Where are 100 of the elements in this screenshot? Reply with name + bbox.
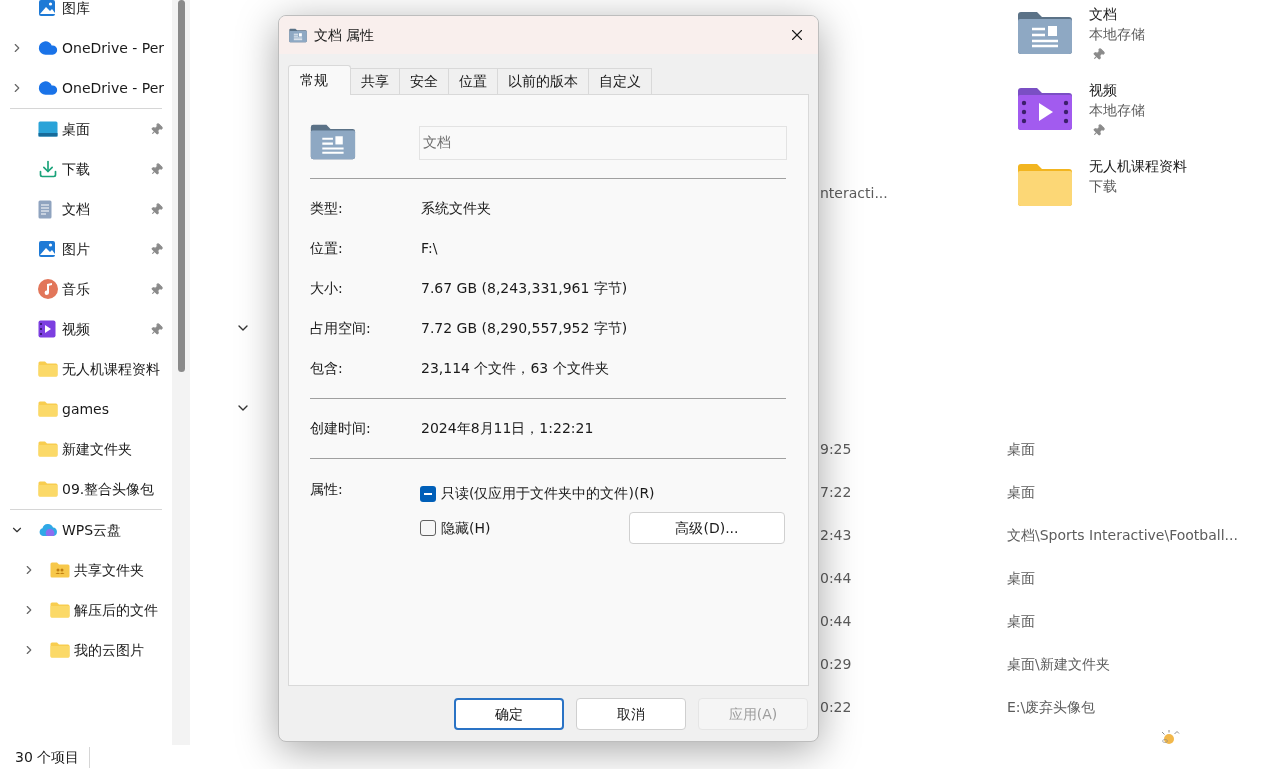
- video-folder-icon: [1017, 87, 1073, 131]
- name-field[interactable]: 文档: [418, 126, 787, 160]
- sidebar-label: 文档: [62, 199, 91, 219]
- sidebar-item[interactable]: 图库: [0, 0, 172, 28]
- location-cell-text: E:\废弃头像包: [1007, 698, 1096, 717]
- sidebar-item[interactable]: 图片: [0, 229, 172, 269]
- cloud-icon: [38, 38, 58, 58]
- desktop-icon: [38, 121, 58, 137]
- sidebar-item[interactable]: 音乐: [0, 269, 172, 309]
- folder-icon: [50, 642, 70, 658]
- dialog-button[interactable]: 取消: [576, 698, 686, 730]
- sidebar-label: 音乐: [62, 279, 91, 299]
- property-label: 创建时间:: [310, 418, 372, 438]
- sidebar-label: 桌面: [62, 119, 91, 139]
- sidebar-item[interactable]: games: [0, 389, 172, 429]
- tab[interactable]: 常规: [288, 65, 351, 95]
- sidebar-item[interactable]: WPS云盘: [0, 510, 172, 550]
- folder-icon: [50, 602, 70, 618]
- folder-icon: [38, 361, 58, 377]
- property-value: 系统文件夹: [421, 198, 491, 218]
- property-label: 包含:: [310, 358, 344, 378]
- sidebar-label: OneDrive - Per: [62, 38, 166, 58]
- picture-icon: [38, 240, 56, 258]
- sidebar-label: 下载: [62, 159, 91, 179]
- shared-folder-icon: [50, 562, 70, 578]
- sidebar-item[interactable]: 无人机课程资料: [0, 349, 172, 389]
- download-icon: [38, 159, 58, 179]
- property-label: 类型:: [310, 198, 344, 218]
- folder-icon: [1017, 163, 1073, 207]
- advanced-button[interactable]: 高级(D)...: [629, 512, 785, 544]
- time-cell-text: 0:44: [820, 612, 853, 631]
- time-cell-text: 0:44: [820, 569, 853, 588]
- sidebar-item[interactable]: 解压后的文件: [0, 590, 172, 630]
- checkbox-option[interactable]: 只读(仅应用于文件夹中的文件)(R): [420, 483, 655, 504]
- dialog-button[interactable]: 确定: [454, 698, 564, 730]
- sidebar-label: OneDrive - Per: [62, 78, 166, 98]
- document-folder-icon: [1017, 11, 1073, 55]
- checkbox[interactable]: [420, 485, 436, 502]
- property-value: 7.67 GB (8,243,331,961 字节): [421, 278, 628, 298]
- sidebar-item[interactable]: 新建文件夹: [0, 429, 172, 469]
- sidebar-item[interactable]: 我的云图片: [0, 630, 172, 670]
- sidebar-item[interactable]: 下载: [0, 149, 172, 189]
- time-cell-text: 7:22: [820, 483, 853, 502]
- location-cell-text: 桌面: [1007, 483, 1035, 502]
- folder-icon: [38, 481, 58, 497]
- card-title: 无人机课程资料: [1089, 157, 1187, 176]
- sidebar-label: 无人机课程资料: [62, 359, 161, 379]
- window-title: 文档 属性: [314, 25, 375, 45]
- quick-access-card[interactable]: 视频 本地存储: [1017, 80, 1145, 156]
- sidebar-item[interactable]: 视频: [0, 309, 172, 349]
- property-value: 7.72 GB (8,290,557,952 字节): [421, 318, 628, 338]
- sidebar-item[interactable]: 桌面: [0, 109, 172, 149]
- time-cell-text: 0:22: [820, 698, 853, 717]
- card-title: 文档: [1089, 5, 1118, 24]
- sidebar-label: games: [62, 399, 110, 419]
- property-label: 属性:: [310, 480, 344, 499]
- music-icon: [38, 279, 58, 299]
- card-location: 下载: [1089, 177, 1118, 196]
- quick-access-card[interactable]: 无人机课程资料 下载: [1017, 156, 1187, 232]
- property-label: 占用空间:: [310, 318, 372, 338]
- sidebar-item[interactable]: 共享文件夹: [0, 550, 172, 590]
- card-location: 本地存储: [1089, 101, 1145, 120]
- sidebar-label: 视频: [62, 319, 91, 339]
- property-label: 大小:: [310, 278, 344, 298]
- sidebar-item[interactable]: 文档: [0, 189, 172, 229]
- sidebar-label: 解压后的文件: [74, 600, 159, 620]
- sidebar-item[interactable]: OneDrive - Per: [0, 68, 172, 108]
- folder-icon: [38, 401, 58, 417]
- sidebar-label: WPS云盘: [62, 520, 123, 540]
- video-icon: [38, 320, 56, 338]
- card-location: 本地存储: [1089, 25, 1145, 44]
- sidebar-label: 09.整合头像包: [62, 479, 156, 499]
- sidebar-label: 新建文件夹: [62, 439, 133, 459]
- document-folder-icon: [310, 122, 356, 162]
- sidebar-label: 我的云图片: [74, 640, 145, 660]
- location-cell-text: 桌面: [1007, 440, 1035, 459]
- property-value: F:\: [421, 238, 438, 258]
- scrollbar-thumb[interactable]: [177, 0, 185, 372]
- sidebar-item[interactable]: 09.整合头像包: [0, 469, 172, 509]
- document-icon: [38, 199, 52, 219]
- folder-icon: [38, 441, 58, 457]
- status-text: 30 个项目: [15, 746, 91, 768]
- location-cell-text: 桌面: [1007, 569, 1035, 588]
- time-cell-text: 0:29: [820, 655, 853, 674]
- tab[interactable]: 自定义: [588, 68, 652, 94]
- checkbox-option[interactable]: 隐藏(H): [420, 517, 491, 539]
- property-value: 23,114 个文件，63 个文件夹: [421, 358, 609, 378]
- cloud-icon: [38, 523, 58, 537]
- cloud-icon: [38, 78, 58, 98]
- location-cell-text: 桌面\新建文件夹: [1007, 655, 1110, 674]
- time-cell-text: 2:43: [820, 526, 853, 545]
- time-cell-text: 9:25: [820, 440, 853, 459]
- property-label: 位置:: [310, 238, 344, 258]
- sidebar-item[interactable]: OneDrive - Per: [0, 28, 172, 68]
- location-cell-text: 桌面: [1007, 612, 1035, 631]
- quick-access-card[interactable]: 文档 本地存储: [1017, 4, 1145, 80]
- document-folder-icon: [289, 27, 307, 43]
- property-value: 2024年8月11日，1:22:21: [421, 418, 594, 438]
- checkbox[interactable]: [420, 520, 436, 536]
- location-cell-text: 文档\Sports Interactive\Football...: [1007, 526, 1238, 545]
